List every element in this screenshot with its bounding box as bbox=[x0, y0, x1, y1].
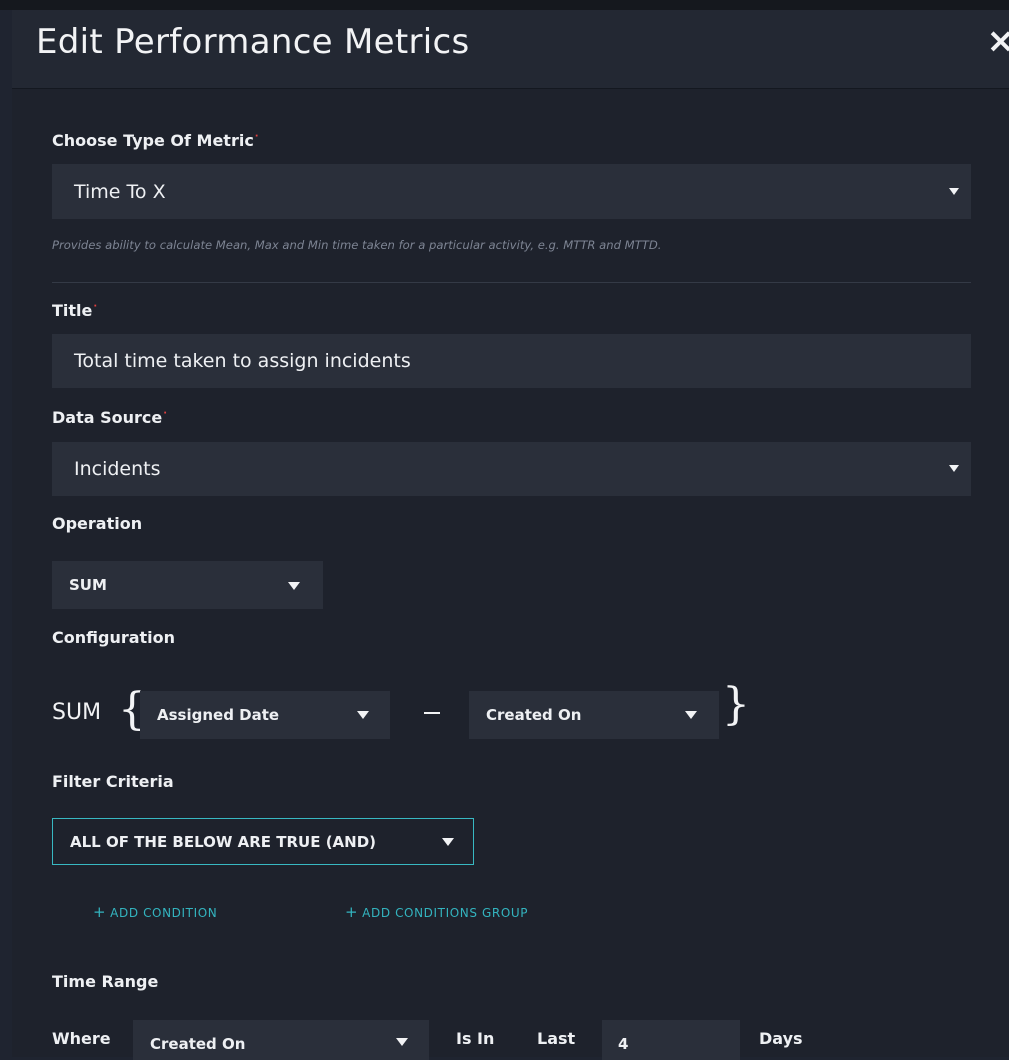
where-label: Where bbox=[52, 1029, 111, 1048]
filter-criteria-label: Filter Criteria bbox=[52, 772, 174, 791]
add-condition-label: ADD CONDITION bbox=[110, 906, 217, 920]
section-divider bbox=[52, 282, 971, 283]
data-source-select[interactable]: Incidents bbox=[52, 442, 971, 496]
filter-logic-select[interactable]: ALL OF THE BELOW ARE TRUE (AND) bbox=[52, 818, 474, 865]
chevron-down-icon bbox=[288, 582, 300, 590]
chevron-down-icon bbox=[357, 711, 369, 719]
close-icon[interactable]: × bbox=[987, 24, 1009, 58]
plus-icon: + bbox=[93, 903, 106, 921]
title-input[interactable]: Total time taken to assign incidents bbox=[52, 334, 971, 388]
is-in-label: Is In bbox=[456, 1029, 494, 1048]
second-field-value: Created On bbox=[486, 706, 581, 724]
minus-icon bbox=[424, 712, 440, 714]
chevron-down-icon bbox=[685, 711, 697, 719]
operation-value: SUM bbox=[69, 576, 107, 594]
configuration-operation: SUM bbox=[52, 700, 101, 725]
time-range-field-select[interactable]: Created On bbox=[133, 1020, 429, 1060]
operation-select[interactable]: SUM bbox=[52, 561, 323, 609]
configuration-label: Configuration bbox=[52, 628, 175, 647]
first-field-value: Assigned Date bbox=[157, 706, 279, 724]
required-mark: · bbox=[163, 408, 167, 419]
close-brace: } bbox=[722, 683, 750, 727]
metric-type-label: Choose Type Of Metric· bbox=[52, 131, 259, 150]
add-conditions-group-button[interactable]: + ADD CONDITIONS GROUP bbox=[345, 903, 528, 921]
window-top-strip bbox=[0, 0, 1009, 10]
operation-label: Operation bbox=[52, 514, 142, 533]
second-field-select[interactable]: Created On bbox=[469, 691, 719, 739]
days-label: Days bbox=[759, 1029, 803, 1048]
time-range-label: Time Range bbox=[52, 972, 158, 991]
data-source-label: Data Source· bbox=[52, 408, 167, 427]
metric-type-help: Provides ability to calculate Mean, Max … bbox=[52, 238, 972, 252]
data-source-value: Incidents bbox=[74, 458, 161, 480]
first-field-select[interactable]: Assigned Date bbox=[140, 691, 390, 739]
add-condition-button[interactable]: + ADD CONDITION bbox=[93, 903, 217, 921]
title-input-value: Total time taken to assign incidents bbox=[74, 350, 411, 372]
chevron-down-icon bbox=[949, 188, 959, 195]
title-label: Title· bbox=[52, 301, 97, 320]
dialog-title: Edit Performance Metrics bbox=[36, 22, 470, 62]
time-range-field-value: Created On bbox=[150, 1035, 245, 1053]
add-conditions-group-label: ADD CONDITIONS GROUP bbox=[362, 906, 528, 920]
required-mark: · bbox=[255, 131, 259, 142]
last-label: Last bbox=[537, 1029, 575, 1048]
time-range-amount-input[interactable]: 4 bbox=[602, 1020, 740, 1060]
required-mark: · bbox=[93, 301, 97, 312]
time-range-amount-value: 4 bbox=[618, 1035, 628, 1053]
metric-type-value: Time To X bbox=[74, 181, 166, 203]
filter-logic-value: ALL OF THE BELOW ARE TRUE (AND) bbox=[70, 833, 376, 851]
chevron-down-icon bbox=[396, 1038, 408, 1046]
data-source-label-text: Data Source bbox=[52, 408, 162, 427]
metric-type-select[interactable]: Time To X bbox=[52, 164, 971, 219]
title-label-text: Title bbox=[52, 301, 92, 320]
chevron-down-icon bbox=[442, 838, 454, 846]
metric-type-label-text: Choose Type Of Metric bbox=[52, 131, 254, 150]
dialog-header: Edit Performance Metrics × bbox=[12, 10, 1009, 89]
chevron-down-icon bbox=[949, 465, 959, 472]
plus-icon: + bbox=[345, 903, 358, 921]
